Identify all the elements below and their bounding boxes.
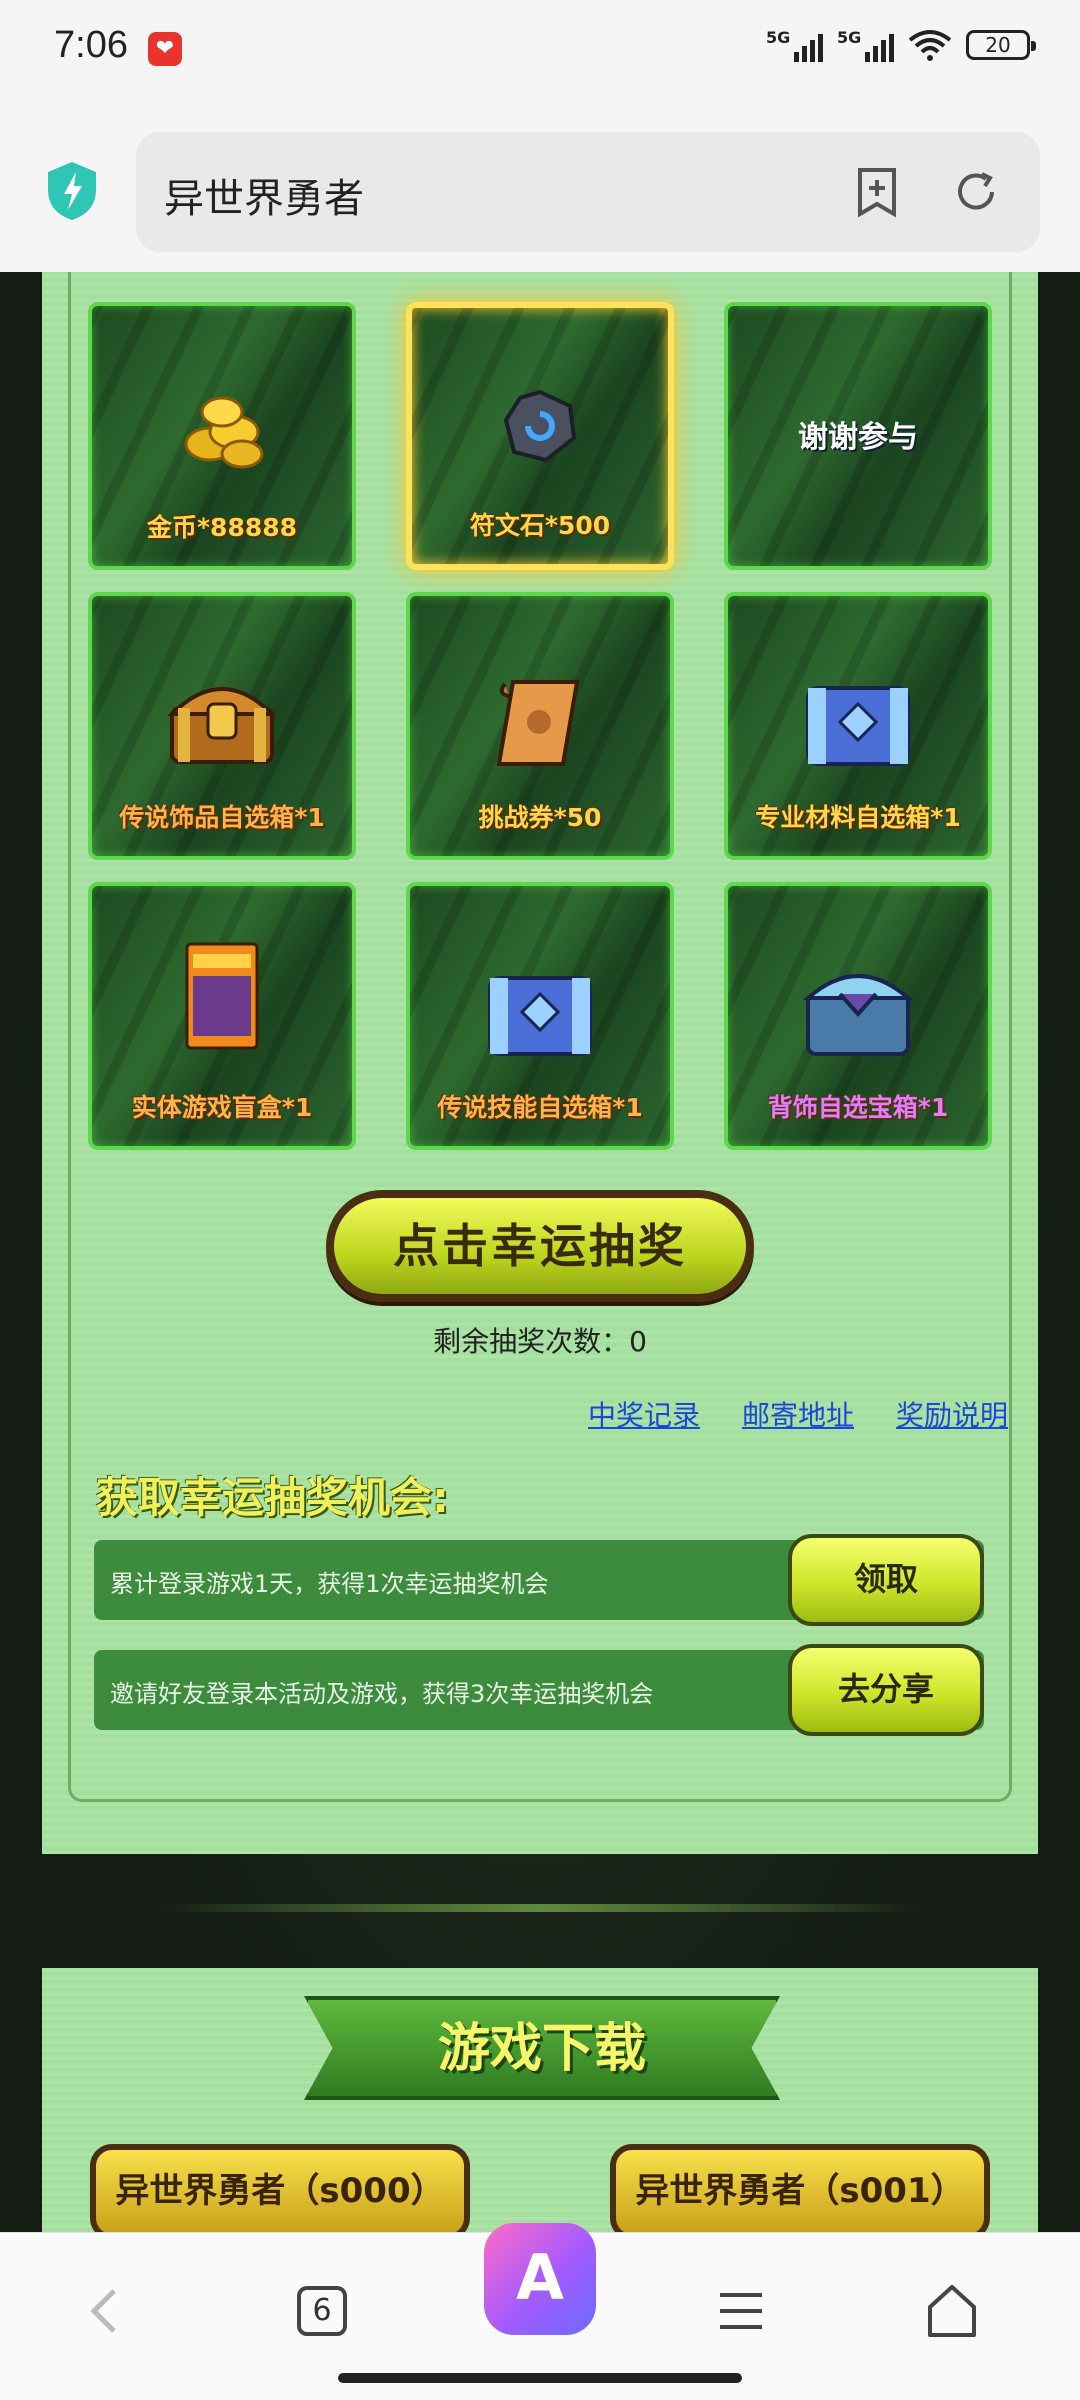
share-button[interactable]: 去分享	[788, 1644, 984, 1736]
prize-label: 传说饰品自选箱*1	[119, 803, 325, 832]
prize-label: 传说技能自选箱*1	[437, 1093, 643, 1122]
web-content: 金币*88888 符文石*500 谢谢参与 传说饰品自选箱*1 挑战券*50 专…	[0, 272, 1080, 2232]
prize-cell-skill-chest: 传说技能自选箱*1	[406, 882, 674, 1150]
shield-bolt-icon[interactable]	[46, 160, 98, 222]
server-s001-button[interactable]: 异世界勇者（s001）	[610, 2144, 990, 2232]
prize-label: 谢谢参与	[798, 420, 918, 455]
home-icon[interactable]	[924, 2271, 980, 2351]
wifi-icon	[908, 30, 952, 61]
download-title: 游戏下载	[437, 2019, 646, 2079]
lucky-draw-button[interactable]: 点击幸运抽奖	[326, 1190, 754, 1302]
info-links: 中奖记录 邮寄地址 奖励说明	[588, 1394, 1008, 1434]
prize-cell-back-chest: 背饰自选宝箱*1	[724, 882, 992, 1150]
signal-icon: 5G	[837, 28, 894, 62]
status-bar: 7:06 ❤ 5G 5G 20	[0, 0, 1080, 100]
scroll-ticket-icon	[496, 680, 580, 766]
task-text: 邀请好友登录本活动及游戏，获得3次幸运抽奖机会	[110, 1680, 654, 1708]
bottom-nav: 6 A	[0, 2223, 1080, 2400]
mailing-address-link[interactable]: 邮寄地址	[742, 1394, 854, 1434]
prize-cell-coins: 金币*88888	[88, 302, 356, 570]
gold-coins-icon	[184, 396, 264, 469]
get-chances-title: 获取幸运抽奖机会:	[96, 1473, 449, 1522]
prize-label: 背饰自选宝箱*1	[767, 1093, 949, 1122]
home-indicator[interactable]	[338, 2373, 742, 2383]
prize-cell-rune: 符文石*500	[406, 302, 674, 570]
tab-count: 6	[297, 2286, 347, 2336]
prize-cell-blind-box: 实体游戏盲盒*1	[88, 882, 356, 1150]
remaining-draws: 剩余抽奖次数：0	[433, 1325, 647, 1358]
prize-cell-material-chest: 专业材料自选箱*1	[724, 592, 992, 860]
page-title: 异世界勇者	[164, 176, 364, 222]
prize-cell-thanks: 谢谢参与	[724, 302, 992, 570]
prize-label: 专业材料自选箱*1	[755, 803, 961, 832]
task-text: 累计登录游戏1天，获得1次幸运抽奖机会	[110, 1570, 549, 1598]
win-records-link[interactable]: 中奖记录	[588, 1394, 700, 1434]
prize-cell-accessory-chest: 传说饰品自选箱*1	[88, 592, 356, 860]
blue-chest-icon	[806, 686, 910, 766]
gold-chest-icon	[167, 687, 277, 764]
task-row-invite: 邀请好友登录本活动及游戏，获得3次幸运抽奖机会 去分享	[94, 1644, 984, 1736]
ai-assistant-icon[interactable]: A	[484, 2223, 596, 2335]
section-divider	[150, 1904, 930, 1912]
task-row-login: 累计登录游戏1天，获得1次幸运抽奖机会 领取	[94, 1534, 984, 1626]
url-field[interactable]: 异世界勇者	[136, 132, 1040, 252]
tabs-icon[interactable]: 6	[292, 2271, 352, 2351]
prize-label: 符文石*500	[469, 511, 611, 540]
lottery-panel: 金币*88888 符文石*500 谢谢参与 传说饰品自选箱*1 挑战券*50 专…	[42, 272, 1038, 1854]
purple-chest-icon	[802, 974, 914, 1056]
prize-label: 金币*88888	[146, 513, 298, 542]
reward-rules-link[interactable]: 奖励说明	[896, 1394, 1008, 1434]
download-panel: 游戏下载 异世界勇者（s000） 异世界勇者（s001）	[42, 1968, 1038, 2232]
battery-icon: 20	[966, 30, 1036, 60]
prize-cell-ticket: 挑战券*50	[406, 592, 674, 860]
vivo-heart-icon: ❤	[148, 32, 182, 66]
back-icon[interactable]	[80, 2271, 130, 2351]
blind-box-icon	[185, 942, 259, 1050]
remaining-count: 0	[629, 1325, 647, 1358]
rune-stone-icon	[503, 389, 577, 463]
menu-icon[interactable]	[716, 2271, 766, 2351]
signal-icon: 5G	[766, 28, 823, 62]
blue-chest-icon	[488, 976, 592, 1056]
status-time: 7:06	[54, 24, 128, 66]
address-bar: 异世界勇者	[0, 100, 1080, 272]
reload-icon[interactable]	[952, 168, 1000, 216]
bookmark-plus-icon[interactable]	[854, 166, 900, 218]
prize-label: 挑战券*50	[478, 803, 602, 832]
claim-button[interactable]: 领取	[788, 1534, 984, 1626]
prize-label: 实体游戏盲盒*1	[131, 1093, 313, 1122]
prize-grid: 金币*88888 符文石*500 谢谢参与 传说饰品自选箱*1 挑战券*50 专…	[88, 302, 992, 1150]
server-s000-button[interactable]: 异世界勇者（s000）	[90, 2144, 470, 2232]
